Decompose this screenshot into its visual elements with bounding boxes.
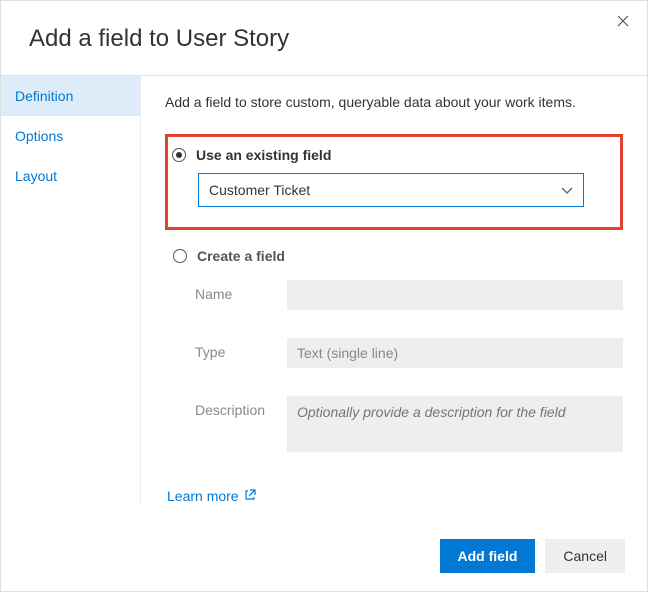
existing-field-section: Use an existing field Customer Ticket bbox=[165, 134, 623, 230]
tab-options[interactable]: Options bbox=[1, 116, 140, 156]
existing-field-dropdown[interactable]: Customer Ticket bbox=[198, 173, 584, 207]
learn-more-link[interactable]: Learn more bbox=[167, 488, 256, 504]
name-label: Name bbox=[195, 280, 287, 302]
existing-field-value: Customer Ticket bbox=[209, 182, 310, 198]
tab-layout[interactable]: Layout bbox=[1, 156, 140, 196]
radio-use-existing-label: Use an existing field bbox=[196, 147, 331, 163]
sidebar-tabs: Definition Options Layout bbox=[1, 76, 141, 504]
main-panel: Add a field to store custom, queryable d… bbox=[141, 76, 647, 504]
cancel-button[interactable]: Cancel bbox=[545, 539, 625, 573]
name-row: Name bbox=[195, 280, 623, 310]
radio-create-field[interactable] bbox=[173, 249, 187, 263]
dialog-footer: Add field Cancel bbox=[440, 539, 625, 573]
tab-definition[interactable]: Definition bbox=[1, 76, 140, 116]
add-field-dialog: Add a field to User Story Definition Opt… bbox=[0, 0, 648, 592]
name-input bbox=[287, 280, 623, 310]
type-label: Type bbox=[195, 338, 287, 360]
radio-create-row: Create a field bbox=[169, 248, 623, 264]
external-link-icon bbox=[245, 489, 256, 503]
dialog-body: Definition Options Layout Add a field to… bbox=[1, 75, 647, 504]
close-icon bbox=[617, 15, 629, 27]
radio-use-existing-row: Use an existing field bbox=[168, 147, 604, 163]
chevron-down-icon bbox=[561, 182, 573, 198]
panel-description: Add a field to store custom, queryable d… bbox=[165, 94, 623, 110]
dialog-title: Add a field to User Story bbox=[1, 1, 647, 75]
radio-create-label: Create a field bbox=[197, 248, 285, 264]
description-input bbox=[287, 396, 623, 452]
add-field-button[interactable]: Add field bbox=[440, 539, 536, 573]
type-row: Type Text (single line) bbox=[195, 338, 623, 368]
radio-use-existing[interactable] bbox=[172, 148, 186, 162]
learn-more-label: Learn more bbox=[167, 488, 239, 504]
description-row: Description bbox=[195, 396, 623, 452]
type-select: Text (single line) bbox=[287, 338, 623, 368]
description-label: Description bbox=[195, 396, 287, 418]
close-button[interactable] bbox=[611, 9, 635, 33]
